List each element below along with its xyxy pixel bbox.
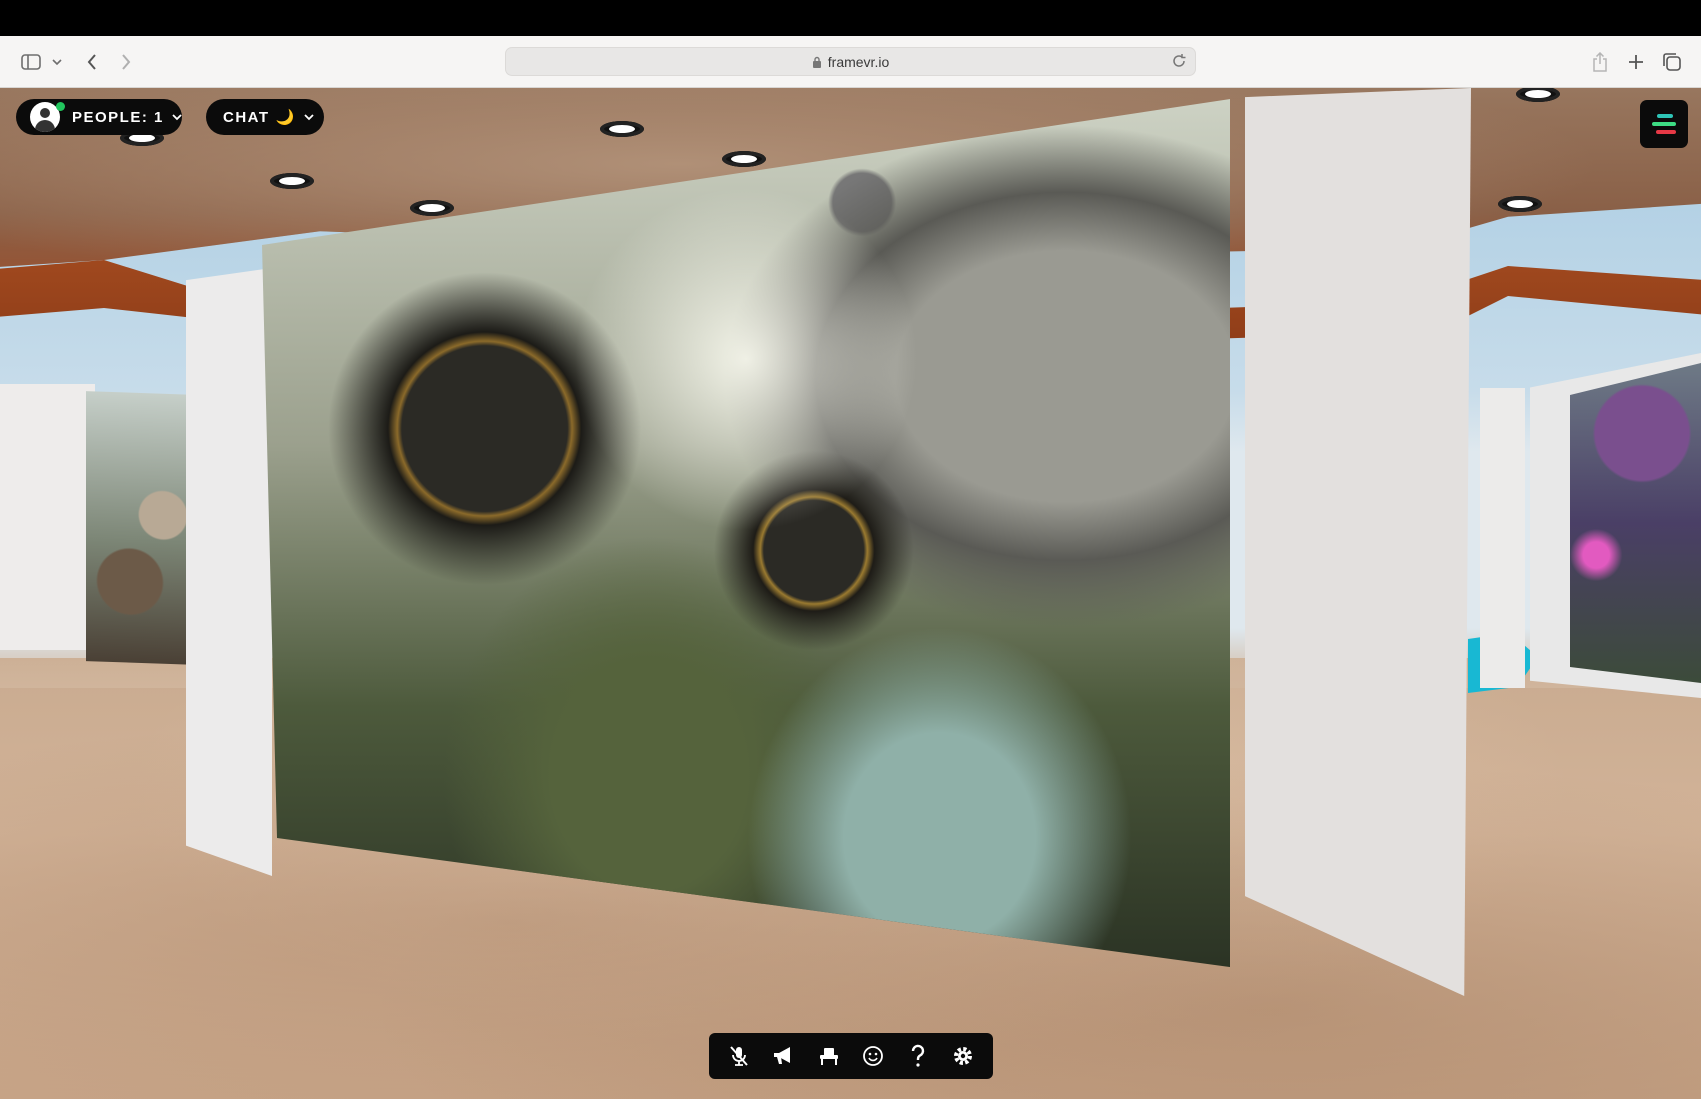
chevron-down-icon — [172, 113, 182, 121]
new-tab-icon[interactable] — [1624, 48, 1648, 76]
artwork-right[interactable] — [1570, 363, 1701, 683]
emoji-icon[interactable] — [857, 1040, 889, 1072]
ceiling-light — [722, 151, 766, 167]
megaphone-icon[interactable] — [768, 1040, 800, 1072]
people-label: PEOPLE: 1 — [72, 108, 164, 126]
moon-icon: 🌙 — [275, 109, 296, 126]
tab-overview-icon[interactable] — [1660, 48, 1684, 76]
ceiling-light — [270, 173, 314, 189]
people-button[interactable]: PEOPLE: 1 — [16, 99, 182, 135]
gallery-wall-left — [0, 384, 95, 650]
url-text: framevr.io — [827, 53, 890, 70]
sidebar-toggle-icon[interactable] — [18, 48, 44, 76]
chevron-down-icon — [304, 113, 314, 121]
artwork-main-steampunk-forest[interactable] — [262, 98, 1230, 968]
browser-toolbar: framevr.io — [0, 36, 1701, 88]
chat-label: CHAT — [223, 108, 270, 126]
ceiling-light — [410, 200, 454, 216]
chevron-down-icon[interactable] — [50, 48, 64, 76]
online-status-dot — [56, 102, 65, 111]
forward-icon[interactable] — [116, 48, 136, 76]
share-icon[interactable] — [1588, 48, 1612, 76]
seat-icon[interactable] — [813, 1040, 845, 1072]
lock-icon — [812, 56, 822, 68]
menu-lines-icon[interactable] — [1640, 100, 1688, 148]
display-panel-edge — [186, 268, 272, 876]
address-bar[interactable]: framevr.io — [505, 47, 1196, 76]
display-panel-right — [1245, 88, 1471, 996]
help-icon[interactable] — [902, 1040, 934, 1072]
system-top-bar — [0, 0, 1701, 36]
chat-button[interactable]: CHAT 🌙 — [206, 99, 324, 135]
virtual-gallery-scene[interactable] — [0, 88, 1701, 1099]
settings-icon[interactable] — [947, 1040, 979, 1072]
artwork-left[interactable] — [86, 391, 196, 665]
reload-icon[interactable] — [1171, 53, 1187, 69]
bottom-control-dock — [709, 1033, 993, 1079]
ceiling-light — [600, 121, 644, 137]
back-icon[interactable] — [82, 48, 102, 76]
gallery-wall-right — [1480, 388, 1525, 688]
mic-muted-icon[interactable] — [723, 1040, 755, 1072]
ceiling-light — [1498, 196, 1542, 212]
